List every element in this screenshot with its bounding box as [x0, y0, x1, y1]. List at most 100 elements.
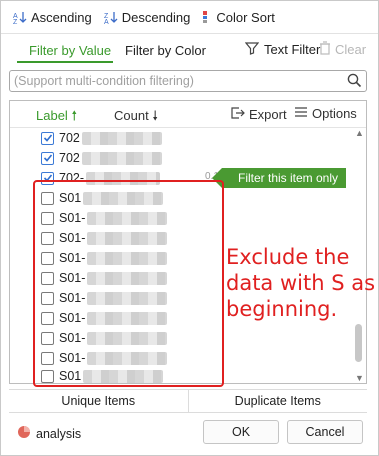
descending-sort-button[interactable]: ZA Descending — [104, 1, 191, 34]
sort-ascending-icon: AZ — [13, 10, 27, 24]
item-label: 702 — [59, 131, 80, 145]
svg-text:A: A — [104, 19, 109, 24]
scroll-down-arrow-icon[interactable]: ▼ — [355, 373, 364, 383]
blurred-content — [87, 291, 168, 305]
analysis-button[interactable]: analysis — [17, 425, 81, 442]
item-label: S01 — [59, 369, 82, 383]
item-checkbox[interactable] — [41, 171, 54, 185]
item-checkbox[interactable] — [41, 151, 54, 165]
blurred-content — [87, 271, 168, 285]
active-tab-underline — [17, 61, 113, 63]
blurred-content — [87, 311, 168, 325]
label-header-text: Label — [36, 108, 68, 123]
sort-up-arrow-icon: 🠕 — [71, 108, 78, 123]
value-list: Label 🠕 Count 🠗 Export Options 702 702 7… — [9, 100, 367, 384]
list-header: Label 🠕 Count 🠗 Export Options — [10, 101, 366, 128]
item-checkbox[interactable] — [41, 251, 54, 265]
hamburger-menu-icon — [294, 106, 308, 121]
item-label: S01- — [59, 211, 86, 225]
color-sort-icon — [202, 10, 212, 24]
text-filter-button[interactable]: Text Filter — [244, 41, 321, 58]
item-label: 702- — [59, 171, 85, 185]
list-item[interactable]: S01 — [10, 366, 350, 383]
export-label: Export — [249, 107, 287, 122]
clear-label: Clear — [335, 42, 367, 57]
label-column-header[interactable]: Label 🠕 — [36, 107, 77, 129]
item-checkbox[interactable] — [41, 231, 54, 245]
ascending-sort-button[interactable]: AZ Ascending — [13, 1, 92, 34]
sort-toolbar: AZ Ascending ZA Descending Color Sort — [1, 1, 378, 34]
item-label: S01- — [59, 351, 86, 365]
descending-label: Descending — [121, 9, 191, 25]
count-header-text: Count — [114, 108, 149, 123]
sort-down-arrow-icon: 🠗 — [152, 108, 158, 123]
list-item[interactable]: 702 — [10, 128, 350, 148]
ok-button[interactable]: OK — [203, 420, 279, 444]
item-checkbox[interactable] — [41, 369, 54, 383]
item-label: S01- — [59, 331, 86, 345]
trash-icon — [319, 41, 331, 58]
annotation-text: Exclude the data with S as beginning. — [226, 245, 376, 321]
blurred-content — [81, 151, 162, 165]
blurred-content — [87, 251, 168, 265]
analysis-label: analysis — [36, 426, 82, 441]
item-checkbox[interactable] — [41, 271, 54, 285]
funnel-icon — [244, 41, 260, 58]
export-icon — [230, 106, 245, 123]
options-button[interactable]: Options — [294, 106, 357, 121]
blurred-content — [83, 191, 164, 205]
blurred-content — [87, 351, 168, 365]
list-item[interactable]: S01- — [10, 328, 350, 348]
blurred-content — [87, 331, 168, 345]
blurred-content — [83, 369, 164, 383]
sort-descending-icon: ZA — [104, 10, 118, 24]
search-box — [9, 70, 367, 92]
svg-text:Z: Z — [13, 19, 18, 24]
filter-tabs-row: Filter by Value Filter by Color Text Fil… — [1, 35, 378, 67]
text-filter-label: Text Filter — [264, 42, 321, 57]
clear-button[interactable]: Clear — [319, 41, 366, 58]
blurred-content — [87, 211, 168, 225]
list-item[interactable]: S01- — [10, 348, 350, 368]
list-item[interactable]: S01- — [10, 208, 350, 228]
item-label: S01- — [59, 311, 86, 325]
export-button[interactable]: Export — [230, 106, 287, 123]
tab-duplicate-items[interactable]: Duplicate Items — [189, 390, 368, 412]
item-checkbox[interactable] — [41, 331, 54, 345]
options-label: Options — [312, 106, 357, 121]
item-label: S01- — [59, 271, 86, 285]
search-input[interactable] — [10, 71, 340, 91]
tab-filter-by-color[interactable]: Filter by Color — [125, 43, 206, 58]
color-sort-button[interactable]: Color Sort — [202, 1, 275, 34]
ascending-label: Ascending — [31, 9, 92, 25]
color-sort-label: Color Sort — [216, 9, 275, 25]
item-label: S01- — [59, 231, 86, 245]
item-checkbox[interactable] — [41, 351, 54, 365]
filter-dropdown-panel: AZ Ascending ZA Descending Color Sort Fi… — [0, 0, 379, 456]
list-item-hovered[interactable]: 702- 0.1% Filter this item only — [10, 168, 350, 188]
item-checkbox[interactable] — [41, 211, 54, 225]
item-checkbox[interactable] — [41, 131, 54, 145]
scroll-thumb[interactable] — [355, 324, 362, 362]
list-item[interactable]: 702 — [10, 148, 350, 168]
item-checkbox[interactable] — [41, 291, 54, 305]
item-checkbox[interactable] — [41, 191, 54, 205]
scroll-up-arrow-icon[interactable]: ▲ — [355, 128, 364, 138]
pie-chart-icon — [17, 425, 31, 442]
blurred-content — [86, 171, 161, 185]
cancel-button[interactable]: Cancel — [287, 420, 363, 444]
list-item[interactable]: S01 — [10, 188, 350, 208]
item-label: 702 — [59, 151, 80, 165]
filter-this-item-only-button[interactable]: Filter this item only — [212, 168, 346, 188]
item-label: S01- — [59, 291, 86, 305]
blurred-content — [81, 131, 162, 145]
search-icon[interactable] — [347, 73, 362, 91]
item-label: S01- — [59, 251, 86, 265]
tab-unique-items[interactable]: Unique Items — [9, 390, 189, 412]
tab-filter-by-value[interactable]: Filter by Value — [29, 43, 111, 58]
item-type-tabs: Unique Items Duplicate Items — [9, 389, 367, 413]
count-column-header[interactable]: Count 🠗 — [114, 107, 158, 129]
item-label: S01 — [59, 191, 82, 205]
blurred-content — [87, 231, 168, 245]
item-checkbox[interactable] — [41, 311, 54, 325]
